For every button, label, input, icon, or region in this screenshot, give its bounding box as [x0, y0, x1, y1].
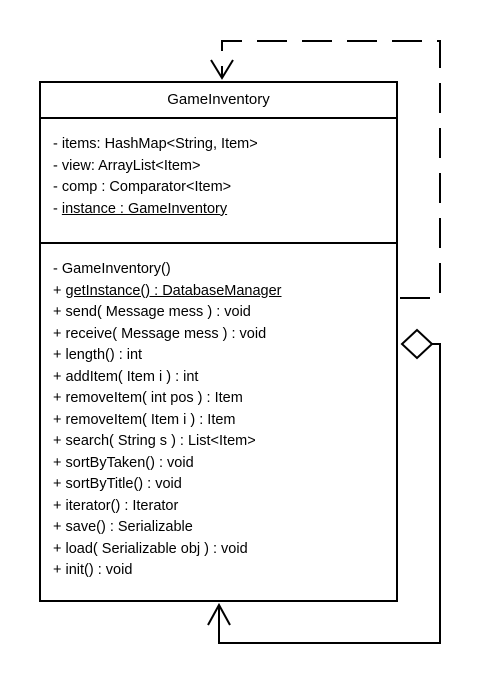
operation-row-text: receive( Message mess ) : void [65, 325, 267, 342]
class-box-gameinventory: GameInventory - items: HashMap<String, I… [39, 81, 398, 602]
uml-class-diagram: GameInventory - items: HashMap<String, I… [0, 0, 481, 685]
attribute-row-text: items: HashMap<String, Item> [61, 136, 258, 152]
visibility-marker: + [53, 433, 62, 449]
visibility-marker: + [53, 368, 62, 385]
visibility-marker: - [53, 179, 58, 195]
operation-row-text: getInstance() : DatabaseManager [65, 282, 282, 299]
operation-row: + sortByTaken() : void [53, 453, 390, 475]
visibility-marker: + [53, 325, 62, 342]
visibility-marker: + [53, 476, 62, 492]
operation-row: + length() : int [53, 345, 390, 367]
visibility-marker: + [53, 540, 62, 557]
operation-row: - GameInventory() [53, 259, 390, 281]
operation-row: + iterator() : Iterator [53, 496, 390, 518]
attribute-row-text: view: ArrayList<Item> [61, 157, 201, 174]
operation-row: + removeItem( int pos ) : Item [53, 388, 390, 410]
visibility-marker: - [53, 136, 58, 152]
operations-compartment: - GameInventory() + getInstance() : Datab… [53, 259, 390, 582]
attributes-compartment: - items: HashMap<String, Item> - view: Ar… [53, 134, 390, 220]
visibility-marker: + [53, 519, 62, 535]
visibility-marker: - [53, 157, 58, 174]
operation-row-text: load( Serializable obj ) : void [65, 540, 248, 557]
aggregation-diamond-icon [400, 328, 434, 360]
visibility-marker: + [53, 562, 62, 578]
visibility-marker: - [53, 261, 58, 277]
visibility-marker: - [53, 200, 58, 217]
operation-row: + addItem( Item i ) : int [53, 367, 390, 389]
attribute-row: - instance : GameInventory [53, 199, 390, 221]
operation-row: + getInstance() : DatabaseManager [53, 281, 390, 303]
operation-row: + receive( Message mess ) : void [53, 324, 390, 346]
operation-row-text: search( String s ) : List<Item> [65, 433, 256, 449]
operation-row-text: removeItem( Item i ) : Item [65, 411, 236, 428]
operation-row: + search( String s ) : List<Item> [53, 431, 390, 453]
visibility-marker: + [53, 497, 62, 514]
operation-row-text: save() : Serializable [65, 519, 193, 535]
operation-row-text: length() : int [65, 347, 143, 363]
attribute-row: - items: HashMap<String, Item> [53, 134, 390, 156]
visibility-marker: + [53, 411, 62, 428]
compartment-divider [41, 117, 396, 119]
operation-row-text: iterator() : Iterator [65, 497, 179, 514]
attribute-row-text: comp : Comparator<Item> [61, 179, 232, 195]
operation-row-text: send( Message mess ) : void [65, 304, 251, 320]
operation-row-text: sortByTaken() : void [65, 454, 194, 471]
attribute-row-text: instance : GameInventory [61, 200, 228, 217]
operation-row: + init() : void [53, 560, 390, 582]
visibility-marker: + [53, 454, 62, 471]
operation-row: + sortByTitle() : void [53, 474, 390, 496]
operation-row: + send( Message mess ) : void [53, 302, 390, 324]
operation-row: + load( Serializable obj ) : void [53, 539, 390, 561]
operation-row-text: init() : void [65, 562, 133, 578]
attribute-row: - comp : Comparator<Item> [53, 177, 390, 199]
compartment-divider [41, 242, 396, 244]
operation-row-text: addItem( Item i ) : int [65, 368, 199, 385]
operation-row-text: removeItem( int pos ) : Item [65, 390, 243, 406]
operation-row: + save() : Serializable [53, 517, 390, 539]
visibility-marker: + [53, 347, 62, 363]
visibility-marker: + [53, 390, 62, 406]
operation-row-text: sortByTitle() : void [65, 476, 182, 492]
operation-row: + removeItem( Item i ) : Item [53, 410, 390, 432]
visibility-marker: + [53, 282, 62, 299]
operation-row-text: GameInventory() [61, 261, 171, 277]
class-name: GameInventory [167, 91, 270, 108]
visibility-marker: + [53, 304, 62, 320]
attribute-row: - view: ArrayList<Item> [53, 156, 390, 178]
